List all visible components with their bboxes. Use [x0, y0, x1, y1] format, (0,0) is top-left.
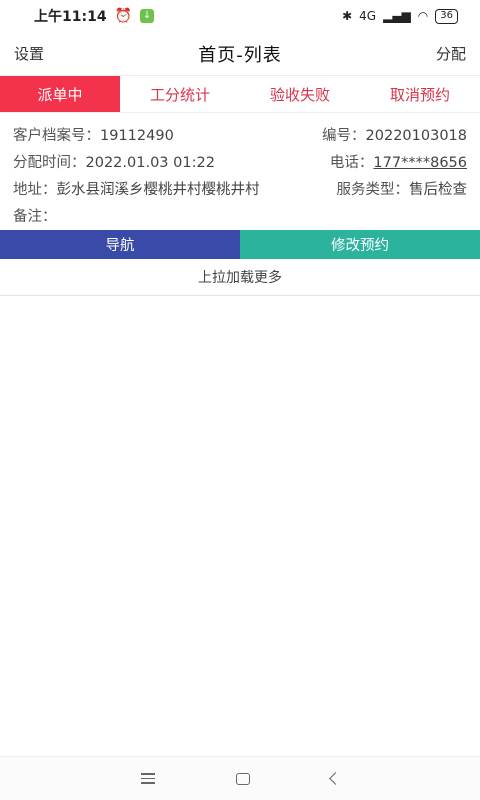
assign-time: 分配时间：2022.01.03 01:22: [13, 155, 215, 171]
order-row-4: 备注：: [13, 202, 467, 229]
tab-cancelled[interactable]: 取消预约: [360, 76, 480, 112]
load-more-hint: 上拉加载更多: [0, 259, 480, 296]
tab-dispatching[interactable]: 派单中: [0, 76, 120, 112]
phone-link[interactable]: 177****8656: [373, 155, 467, 171]
tab-work-points[interactable]: 工分统计: [120, 76, 240, 112]
wifi-icon: ◠: [417, 9, 429, 23]
status-right: ✱ 4G ▂▄▆ ◠ 36: [342, 8, 458, 24]
service-type: 服务类型：售后检查: [336, 182, 468, 198]
app-header: 设置 首页-列表 分配: [0, 32, 480, 76]
signal-icon: ▂▄▆: [383, 9, 411, 23]
download-icon: ↓: [140, 9, 155, 23]
tab-bar: 派单中 工分统计 验收失败 取消预约: [0, 76, 480, 113]
settings-button[interactable]: 设置: [14, 43, 74, 64]
remark: 备注：: [13, 209, 57, 225]
order-row-3: 地址：彭水县润溪乡樱桃井村樱桃井村 服务类型：售后检查: [13, 175, 467, 202]
modify-appointment-button[interactable]: 修改预约: [240, 230, 480, 259]
customer-file: 客户档案号：19112490: [13, 128, 174, 144]
order-card[interactable]: 客户档案号：19112490 编号：20220103018 分配时间：2022.…: [0, 113, 480, 229]
back-icon[interactable]: [328, 772, 342, 785]
assign-button[interactable]: 分配: [406, 43, 466, 64]
phone: 电话：177****8656: [329, 155, 467, 171]
navigate-button[interactable]: 导航: [0, 230, 240, 259]
home-icon[interactable]: [235, 772, 250, 785]
order-number: 编号：20220103018: [322, 128, 467, 144]
order-actions: 导航 修改预约: [0, 230, 480, 259]
tab-acceptance-failed[interactable]: 验收失败: [240, 76, 360, 112]
bluetooth-icon: ✱: [342, 9, 353, 23]
alarm-icon: ⏰: [114, 8, 133, 24]
address: 地址：彭水县润溪乡樱桃井村樱桃井村: [13, 182, 260, 198]
system-nav-bar: [0, 756, 480, 800]
status-time: 上午11:14: [34, 9, 107, 25]
page-title: 首页-列表: [198, 44, 282, 66]
menu-icon[interactable]: [140, 773, 155, 784]
order-row-1: 客户档案号：19112490 编号：20220103018: [13, 121, 467, 148]
status-left: 上午11:14 ⏰ ↓: [34, 6, 155, 26]
order-row-2: 分配时间：2022.01.03 01:22 电话：177****8656: [13, 148, 467, 175]
status-bar: 上午11:14 ⏰ ↓ ✱ 4G ▂▄▆ ◠ 36: [0, 0, 480, 32]
battery-icon: 36: [435, 8, 458, 24]
network-type: 4G: [359, 9, 377, 23]
